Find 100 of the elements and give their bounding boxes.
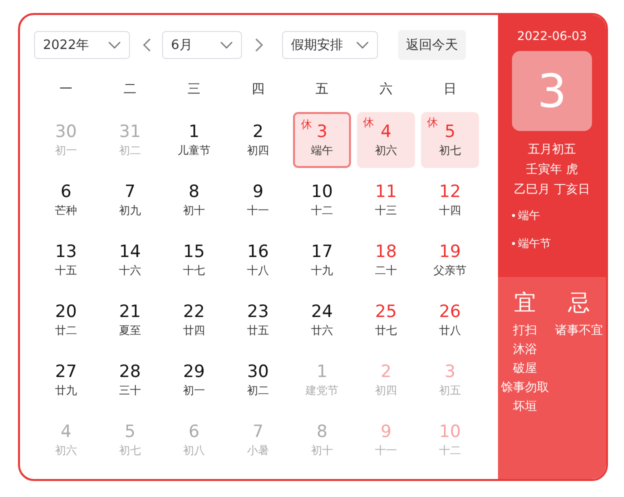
lunar-date: 十一 (375, 443, 397, 459)
rest-label: 休 (427, 115, 438, 130)
chevron-down-icon (356, 41, 369, 49)
day-number: 29 (183, 361, 205, 383)
weekday-label: 日 (444, 81, 456, 99)
year-select[interactable]: 2022年 (34, 31, 130, 59)
day-number: 9 (252, 181, 264, 203)
day-cell[interactable]: 15 十七 (165, 232, 223, 288)
lunar-date: 夏至 (119, 323, 141, 339)
day-number: 26 (439, 301, 461, 323)
lunar-date: 廿四 (183, 323, 205, 339)
lunar-date: 初七 (439, 143, 461, 159)
today-button[interactable]: 返回今天 (398, 30, 466, 60)
lunar-date: 十一 (247, 203, 269, 219)
suitable-item: 坏垣 (513, 398, 537, 415)
suitable-item: 沐浴 (513, 341, 537, 358)
day-cell[interactable]: 21 夏至 (101, 292, 159, 348)
day-number: 18 (375, 241, 397, 263)
lunar-date: 十四 (439, 203, 461, 219)
weekday-label: 一 (60, 81, 72, 99)
day-cell[interactable]: 29 初一 (165, 352, 223, 408)
lunar-date: 初二 (119, 143, 141, 159)
lunar-date: 十三 (375, 203, 397, 219)
day-cell[interactable]: 2 初四 (229, 112, 287, 168)
lunar-date: 十六 (119, 263, 141, 279)
holiday-select[interactable]: 假期安排 (282, 31, 378, 59)
day-cell[interactable]: 17 十九 (293, 232, 351, 288)
day-cell[interactable]: 7 初九 (101, 172, 159, 228)
day-cell[interactable]: 18 二十 (357, 232, 415, 288)
lunar-date: 二十 (375, 263, 397, 279)
day-number: 4 (60, 421, 72, 443)
lunar-date: 小暑 (247, 443, 269, 459)
day-cell[interactable]: 14 十六 (101, 232, 159, 288)
day-cell[interactable]: 19 父亲节 (421, 232, 479, 288)
avoid-heading: 忌 (568, 290, 590, 318)
festival-item: 端午节 (512, 235, 551, 253)
lunar-date: 初二 (247, 383, 269, 399)
lunar-date: 建党节 (306, 383, 338, 399)
day-cell[interactable]: 9 十一 (229, 172, 287, 228)
weekday-label: 六 (380, 81, 392, 99)
lunar-date: 初一 (183, 383, 205, 399)
day-number: 21 (119, 301, 141, 323)
day-number: 4 (380, 121, 392, 143)
day-cell[interactable]: 休 5 初七 (421, 112, 479, 168)
day-cell[interactable]: 休 3 端午 (293, 112, 351, 168)
day-number: 7 (252, 421, 264, 443)
day-cell[interactable]: 13 十五 (37, 232, 95, 288)
weekday-label: 三 (188, 81, 200, 99)
lunar-date: 初四 (375, 383, 397, 399)
day-cell[interactable]: 16 十八 (229, 232, 287, 288)
day-cell[interactable]: 6 芒种 (37, 172, 95, 228)
day-number: 2 (252, 121, 264, 143)
lunar-date: 廿八 (439, 323, 461, 339)
lunar-date: 廿五 (247, 323, 269, 339)
day-cell[interactable]: 12 十四 (421, 172, 479, 228)
lunar-date: 初九 (119, 203, 141, 219)
day-number: 5 (124, 421, 136, 443)
suitable-item: 馀事勿取 (501, 379, 549, 396)
day-number: 10 (311, 181, 333, 203)
day-number: 24 (311, 301, 333, 323)
day-cell[interactable]: 22 廿四 (165, 292, 223, 348)
lunar-date: 初六 (375, 143, 397, 159)
lunar-date: 芒种 (55, 203, 77, 219)
day-number: 1 (188, 121, 200, 143)
lunar-date: 十七 (183, 263, 205, 279)
day-number: 8 (188, 181, 200, 203)
lunar-date: 初一 (55, 143, 77, 159)
next-month-icon[interactable] (255, 38, 263, 52)
rest-label: 休 (363, 115, 374, 130)
day-cell[interactable]: 1 儿童节 (165, 112, 223, 168)
lunar-date: 初八 (183, 443, 205, 459)
day-cell[interactable]: 10 十二 (293, 172, 351, 228)
day-cell[interactable]: 30 初二 (229, 352, 287, 408)
lunar-date: 端午 (311, 143, 333, 159)
day-number: 3 (444, 361, 456, 383)
day-number: 23 (247, 301, 269, 323)
day-cell[interactable]: 休 4 初六 (357, 112, 415, 168)
weekday-label: 二 (124, 81, 136, 99)
lunar-date: 廿七 (375, 323, 397, 339)
lunar-date: 初四 (247, 143, 269, 159)
day-cell[interactable]: 28 三十 (101, 352, 159, 408)
lunar-date: 廿六 (311, 323, 333, 339)
day-cell[interactable]: 23 廿五 (229, 292, 287, 348)
day-number: 31 (119, 121, 141, 143)
day-cell[interactable]: 24 廿六 (293, 292, 351, 348)
day-number: 6 (60, 181, 72, 203)
month-select[interactable]: 6月 (162, 31, 242, 59)
previous-month-icon[interactable] (143, 38, 151, 52)
rest-label: 休 (301, 117, 312, 132)
suitable-item: 打扫 (513, 322, 537, 339)
day-cell[interactable]: 20 廿二 (37, 292, 95, 348)
day-cell[interactable]: 27 廿九 (37, 352, 95, 408)
weekday-label: 四 (252, 81, 264, 99)
day-cell[interactable]: 26 廿八 (421, 292, 479, 348)
lunar-date: 初七 (119, 443, 141, 459)
day-cell[interactable]: 8 初十 (165, 172, 223, 228)
day-cell[interactable]: 25 廿七 (357, 292, 415, 348)
day-cell[interactable]: 11 十三 (357, 172, 415, 228)
day-number: 14 (119, 241, 141, 263)
lunar-date: 十二 (311, 203, 333, 219)
